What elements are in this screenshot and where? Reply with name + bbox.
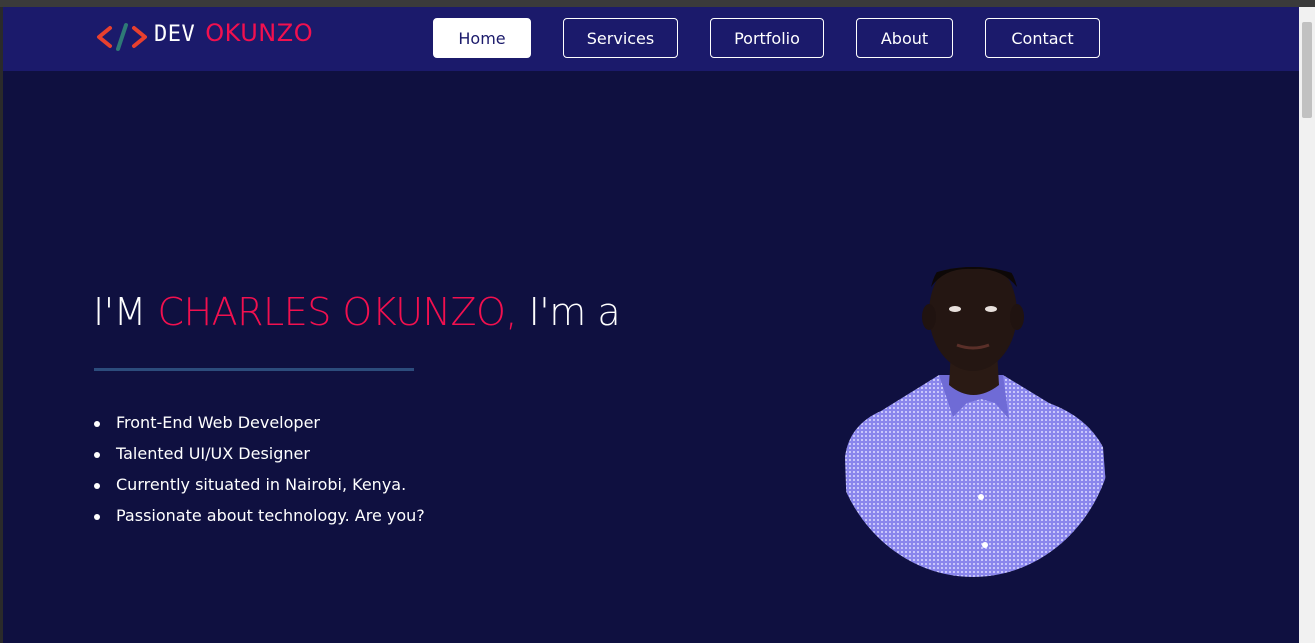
hero-divider bbox=[94, 368, 414, 371]
navbar: DEV OKUNZO Home Services Portfolio About … bbox=[3, 7, 1299, 71]
nav-home-button[interactable]: Home bbox=[433, 18, 531, 58]
bullet-item: Passionate about technology. Are you? bbox=[94, 503, 425, 534]
brand-second: OKUNZO bbox=[205, 19, 314, 47]
hero-suffix: I'm a bbox=[517, 290, 621, 334]
nav-portfolio-button[interactable]: Portfolio bbox=[710, 18, 824, 58]
bullet-item: Talented UI/UX Designer bbox=[94, 441, 425, 472]
brand-name: DEV OKUNZO bbox=[154, 19, 313, 47]
scrollbar-thumb[interactable] bbox=[1302, 22, 1312, 118]
hero-bullet-list: Front-End Web Developer Talented UI/UX D… bbox=[94, 410, 425, 534]
nav-about-button[interactable]: About bbox=[856, 18, 953, 58]
nav-contact-button[interactable]: Contact bbox=[985, 18, 1100, 58]
page-viewport: DEV OKUNZO Home Services Portfolio About … bbox=[3, 7, 1299, 643]
code-brackets-icon bbox=[97, 23, 147, 51]
brand-first: DEV bbox=[154, 22, 196, 47]
hero-name: CHARLES OKUNZO, bbox=[157, 290, 518, 334]
browser-top-bar bbox=[0, 0, 1315, 7]
nav-services-button[interactable]: Services bbox=[563, 18, 678, 58]
hero-headline: I'M CHARLES OKUNZO, I'm a bbox=[93, 290, 621, 334]
page-scrollbar[interactable] bbox=[1299, 7, 1315, 643]
brand-logo[interactable]: DEV OKUNZO bbox=[96, 17, 313, 57]
bullet-item: Front-End Web Developer bbox=[94, 410, 425, 441]
portrait-image bbox=[845, 267, 1111, 577]
bullet-item: Currently situated in Nairobi, Kenya. bbox=[94, 472, 425, 503]
hero-intro: I'M bbox=[93, 290, 158, 334]
